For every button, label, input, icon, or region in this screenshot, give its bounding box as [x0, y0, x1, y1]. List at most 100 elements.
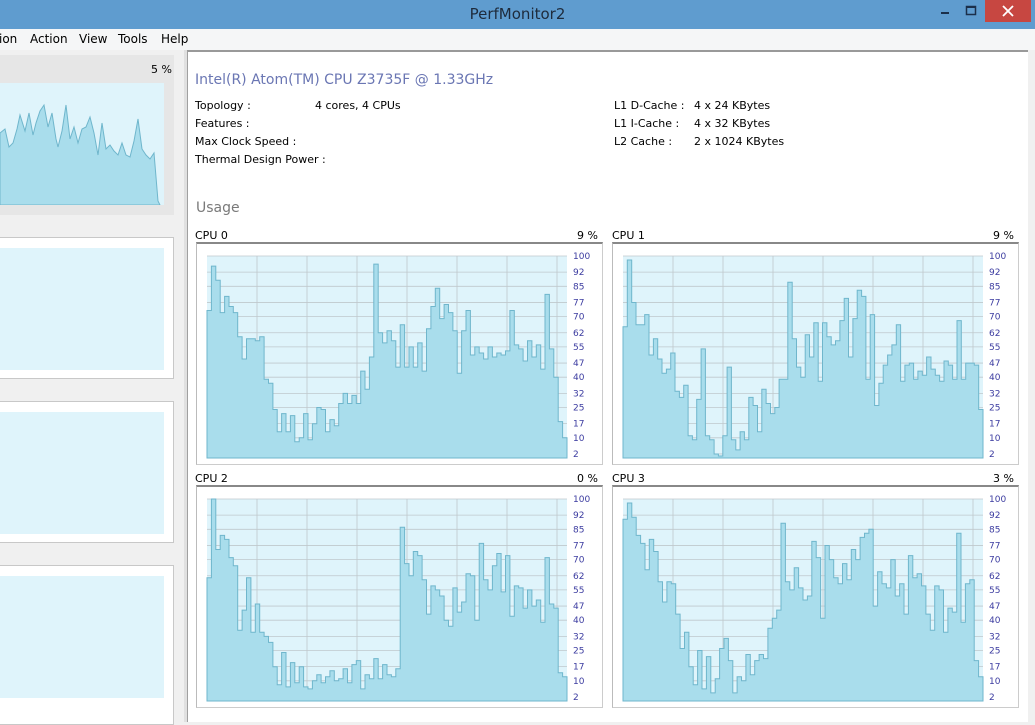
y-tick-label: 32	[573, 389, 584, 399]
y-tick-label: 92	[573, 268, 584, 278]
cpu0-graph: 100 92 85 77 70 62 55 47 40 32 25 17 10 2	[196, 242, 603, 465]
y-tick-label: 62	[573, 329, 584, 339]
spec-max-clock-label: Max Clock Speed :	[195, 135, 297, 148]
menu-item-help[interactable]: Help	[161, 32, 188, 46]
menu-item-view[interactable]: View	[79, 32, 107, 46]
cpu0-percent: 9 %	[577, 229, 598, 242]
y-tick-label: 17	[573, 420, 584, 430]
cpu-name: Intel(R) Atom(TM) CPU Z3735F @ 1.33GHz	[195, 72, 494, 88]
close-button[interactable]	[985, 0, 1031, 22]
y-tick-label: 10	[989, 434, 1001, 444]
y-tick-label: 17	[573, 663, 584, 673]
y-tick-label: 32	[573, 632, 584, 642]
y-tick-label: 2	[573, 450, 579, 460]
maximize-icon	[965, 5, 977, 16]
y-tick-label: 55	[573, 586, 584, 596]
cpu2-percent: 0 %	[577, 472, 598, 485]
y-tick-label: 100	[573, 495, 590, 505]
title-bar: PerfMonitor2	[0, 0, 1035, 29]
cpu2-chart: 100 92 85 77 70 62 55 47 40 32 25 17 10 2	[206, 495, 590, 703]
y-tick-label: 40	[573, 373, 585, 383]
spec-l2-label: L2 Cache :	[614, 135, 673, 148]
y-tick-label: 55	[989, 586, 1000, 596]
sidebar-disk-graph	[0, 412, 164, 534]
y-tick-label: 70	[573, 556, 585, 566]
spec-topology-value: 4 cores, 4 CPUs	[315, 99, 401, 112]
cpu3-chart: 100 92 85 77 70 62 55 47 40 32 25 17 10 2	[622, 495, 1006, 703]
spec-features-label: Features :	[195, 117, 250, 130]
cpu2-graph: 100 92 85 77 70 62 55 47 40 32 25 17 10 2	[196, 485, 603, 708]
y-tick-label: 25	[573, 404, 584, 414]
y-tick-label: 70	[573, 313, 585, 323]
y-tick-label: 55	[989, 343, 1000, 353]
cpu1-chart: 100 92 85 77 70 62 55 47 40 32 25 17 10 2	[622, 252, 1006, 460]
y-tick-label: 47	[989, 602, 1000, 612]
y-tick-label: 100	[989, 495, 1006, 505]
sidebar-item-cpu[interactable]: 5 %	[0, 55, 174, 215]
y-tick-label: 2	[573, 693, 579, 703]
close-icon	[1002, 5, 1014, 17]
spec-l1d-value: 4 x 24 KBytes	[694, 99, 771, 112]
y-tick-label: 32	[989, 632, 1000, 642]
cpu3-percent: 3 %	[993, 472, 1014, 485]
minimize-button[interactable]	[932, 0, 958, 22]
spec-l1d-label: L1 D-Cache :	[614, 99, 685, 112]
y-tick-label: 47	[573, 359, 584, 369]
y-tick-label: 85	[989, 282, 1000, 292]
y-tick-label: 62	[989, 572, 1000, 582]
sidebar-cpu-percent: 5 %	[151, 63, 172, 76]
cpu3-label: CPU 3	[612, 472, 645, 485]
cpu0-label: CPU 0	[195, 229, 228, 242]
y-tick-label: 40	[573, 616, 585, 626]
menu-item-action[interactable]: Action	[30, 32, 68, 46]
y-tick-label: 70	[989, 313, 1001, 323]
sidebar-cpu-sparkline	[0, 103, 161, 206]
y-tick-label: 55	[573, 343, 584, 353]
y-tick-label: 100	[573, 252, 590, 262]
y-tick-label: 25	[573, 647, 584, 657]
y-tick-label: 10	[573, 434, 585, 444]
menu-item-partial[interactable]: ion	[0, 32, 17, 46]
main-panel: Intel(R) Atom(TM) CPU Z3735F @ 1.33GHz T…	[187, 50, 1028, 722]
y-tick-label: 40	[989, 373, 1001, 383]
spec-tdp-label: Thermal Design Power :	[195, 153, 326, 166]
usage-heading: Usage	[196, 200, 240, 216]
spec-topology-label: Topology :	[195, 99, 251, 112]
y-tick-label: 85	[989, 525, 1000, 535]
y-tick-label: 62	[989, 329, 1000, 339]
y-tick-label: 10	[573, 677, 585, 687]
y-tick-label: 92	[573, 511, 584, 521]
y-tick-label: 25	[989, 404, 1000, 414]
y-tick-label: 25	[989, 647, 1000, 657]
window-title: PerfMonitor2	[469, 5, 566, 23]
y-tick-label: 47	[573, 602, 584, 612]
y-tick-label: 77	[989, 541, 1000, 551]
y-tick-label: 92	[989, 268, 1000, 278]
sidebar: 5 %	[0, 50, 183, 725]
y-tick-label: 85	[573, 525, 584, 535]
sidebar-item-network[interactable]	[0, 565, 174, 725]
menu-item-tools[interactable]: Tools	[118, 32, 148, 46]
spec-l1i-value: 4 x 32 KBytes	[694, 117, 771, 130]
maximize-button[interactable]	[958, 0, 984, 22]
minimize-icon	[941, 12, 949, 14]
y-tick-label: 17	[989, 420, 1000, 430]
menu-bar: ion Action View Tools Help	[0, 29, 1035, 50]
sidebar-network-graph	[0, 576, 164, 698]
y-tick-label: 2	[989, 450, 995, 460]
cpu1-label: CPU 1	[612, 229, 645, 242]
sidebar-memory-graph	[0, 248, 164, 370]
sidebar-item-memory[interactable]	[0, 237, 174, 379]
y-tick-label: 32	[989, 389, 1000, 399]
cpu2-label: CPU 2	[195, 472, 228, 485]
y-tick-label: 40	[989, 616, 1001, 626]
y-tick-label: 77	[573, 298, 584, 308]
spec-l2-value: 2 x 1024 KBytes	[694, 135, 785, 148]
sidebar-item-disk[interactable]	[0, 401, 174, 543]
y-tick-label: 47	[989, 359, 1000, 369]
spec-l1i-label: L1 I-Cache :	[614, 117, 680, 130]
sidebar-cpu-graph	[0, 83, 164, 206]
y-tick-label: 70	[989, 556, 1001, 566]
y-tick-label: 92	[989, 511, 1000, 521]
y-tick-label: 2	[989, 693, 995, 703]
